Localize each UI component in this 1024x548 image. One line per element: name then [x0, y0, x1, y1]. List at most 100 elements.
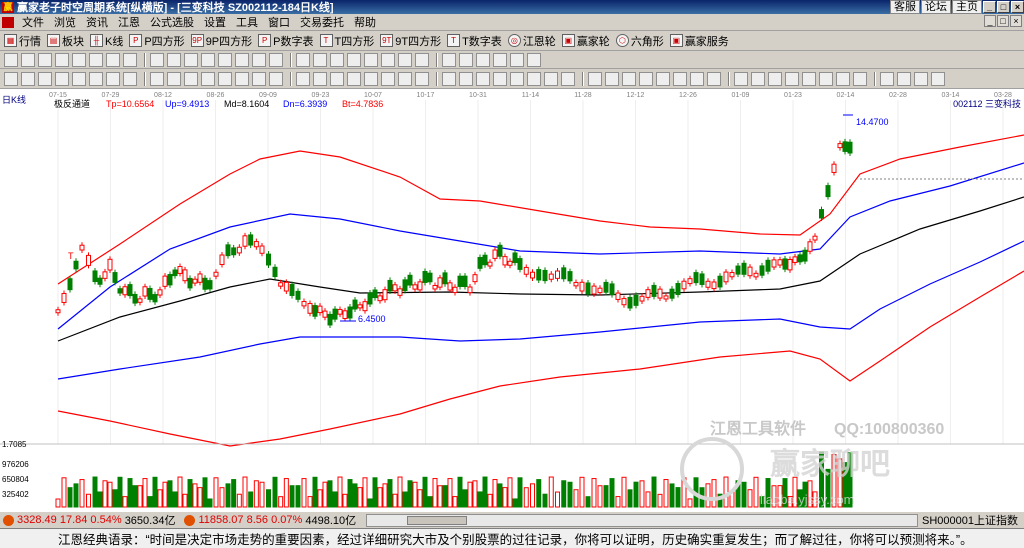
nav-tool-icon[interactable] [296, 52, 310, 67]
draw-tool-icon[interactable] [476, 71, 490, 86]
nav-tool-icon[interactable] [55, 52, 69, 67]
draw-tool-icon[interactable] [184, 71, 198, 86]
draw-tool-icon[interactable] [914, 71, 928, 86]
nav-tool-icon[interactable] [269, 52, 283, 67]
link-forum[interactable]: 论坛 [921, 0, 951, 14]
draw-tool-icon[interactable] [330, 71, 344, 86]
nav-tool-icon[interactable] [4, 52, 18, 67]
draw-tool-icon[interactable] [751, 71, 765, 86]
draw-tool-icon[interactable] [673, 71, 687, 86]
draw-tool-icon[interactable] [768, 71, 782, 86]
nav-tool-icon[interactable] [201, 52, 215, 67]
draw-tool-icon[interactable] [38, 71, 52, 86]
nav-tool-icon[interactable] [123, 52, 137, 67]
nav-tool-icon[interactable] [527, 52, 541, 67]
draw-tool-icon[interactable] [510, 71, 524, 86]
draw-tool-icon[interactable] [897, 71, 911, 86]
nav-tool-icon[interactable] [347, 52, 361, 67]
nav-tool-icon[interactable] [106, 52, 120, 67]
nav-tool-icon[interactable] [364, 52, 378, 67]
child-close-button[interactable]: × [1010, 15, 1022, 27]
draw-tool-icon[interactable] [802, 71, 816, 86]
draw-tool-icon[interactable] [656, 71, 670, 86]
draw-tool-icon[interactable] [931, 71, 945, 86]
child-restore-button[interactable]: □ [997, 15, 1009, 27]
draw-tool-icon[interactable] [442, 71, 456, 86]
draw-tool-icon[interactable] [123, 71, 137, 86]
maximize-button[interactable]: □ [997, 1, 1010, 13]
nav-tool-icon[interactable] [218, 52, 232, 67]
draw-tool-icon[interactable] [313, 71, 327, 86]
nav-tool-icon[interactable] [510, 52, 524, 67]
draw-tool-icon[interactable] [853, 71, 867, 86]
nav-tool-icon[interactable] [476, 52, 490, 67]
draw-tool-icon[interactable] [785, 71, 799, 86]
toolbar-winner-wheel[interactable]: ▣ 赢家轮 [561, 33, 610, 49]
draw-tool-icon[interactable] [167, 71, 181, 86]
nav-tool-icon[interactable] [398, 52, 412, 67]
status-right-label[interactable]: SH000001上证指数 [922, 512, 1018, 528]
draw-tool-icon[interactable] [707, 71, 721, 86]
nav-tool-icon[interactable] [38, 52, 52, 67]
nav-tool-icon[interactable] [150, 52, 164, 67]
draw-tool-icon[interactable] [252, 71, 266, 86]
nav-tool-icon[interactable] [184, 52, 198, 67]
nav-tool-icon[interactable] [442, 52, 456, 67]
scroll-thumb[interactable] [407, 515, 468, 525]
menu-file[interactable]: 文件 [17, 14, 49, 30]
draw-tool-icon[interactable] [836, 71, 850, 86]
toolbar-9p-square[interactable]: 9P 9P四方形 [190, 33, 252, 49]
link-home[interactable]: 主页 [952, 0, 982, 14]
draw-tool-icon[interactable] [459, 71, 473, 86]
toolbar-p-table[interactable]: P P数字表 [258, 33, 314, 49]
toolbar-quotes[interactable]: ▦ 行情 [4, 33, 41, 49]
draw-tool-icon[interactable] [89, 71, 103, 86]
toolbar-t-square[interactable]: T T四方形 [319, 33, 374, 49]
minimize-button[interactable]: _ [983, 1, 996, 13]
draw-tool-icon[interactable] [880, 71, 894, 86]
menu-window[interactable]: 窗口 [263, 14, 295, 30]
horizontal-scrollbar[interactable] [366, 513, 918, 527]
toolbar-hexagon[interactable]: ⬡ 六角形 [615, 33, 664, 49]
sz-index-status[interactable]: 11858.07 8.56 0.07% 4498.10亿 [198, 512, 356, 528]
close-button[interactable]: × [1011, 1, 1024, 13]
sh-index-status[interactable]: 3328.49 17.84 0.54% 3650.34亿 [17, 512, 175, 528]
draw-tool-icon[interactable] [201, 71, 215, 86]
draw-tool-icon[interactable] [72, 71, 86, 86]
draw-tool-icon[interactable] [106, 71, 120, 86]
toolbar-sector[interactable]: ▤ 板块 [47, 33, 84, 49]
draw-tool-icon[interactable] [415, 71, 429, 86]
nav-tool-icon[interactable] [459, 52, 473, 67]
toolbar-gann-wheel[interactable]: ◎ 江恩轮 [507, 33, 556, 49]
menu-gann[interactable]: 江恩 [113, 14, 145, 30]
draw-tool-icon[interactable] [690, 71, 704, 86]
menu-trade[interactable]: 交易委托 [295, 14, 349, 30]
draw-tool-icon[interactable] [218, 71, 232, 86]
nav-tool-icon[interactable] [330, 52, 344, 67]
draw-tool-icon[interactable] [296, 71, 310, 86]
nav-tool-icon[interactable] [252, 52, 266, 67]
nav-tool-icon[interactable] [235, 52, 249, 67]
draw-tool-icon[interactable] [398, 71, 412, 86]
draw-tool-icon[interactable] [527, 71, 541, 86]
draw-tool-icon[interactable] [364, 71, 378, 86]
draw-tool-icon[interactable] [381, 71, 395, 86]
toolbar-kline[interactable]: ╫ K线 [90, 33, 123, 49]
draw-tool-icon[interactable] [639, 71, 653, 86]
menu-info[interactable]: 资讯 [81, 14, 113, 30]
draw-tool-icon[interactable] [819, 71, 833, 86]
draw-tool-icon[interactable] [4, 71, 18, 86]
menu-browse[interactable]: 浏览 [49, 14, 81, 30]
toolbar-t-table[interactable]: T T数字表 [447, 33, 502, 49]
draw-tool-icon[interactable] [55, 71, 69, 86]
toolbar-service[interactable]: ▣ 赢家服务 [669, 33, 729, 49]
nav-tool-icon[interactable] [21, 52, 35, 67]
draw-tool-icon[interactable] [269, 71, 283, 86]
draw-tool-icon[interactable] [347, 71, 361, 86]
nav-tool-icon[interactable] [381, 52, 395, 67]
menu-help[interactable]: 帮助 [349, 14, 381, 30]
nav-tool-icon[interactable] [313, 52, 327, 67]
link-support[interactable]: 客服 [890, 0, 920, 14]
draw-tool-icon[interactable] [561, 71, 575, 86]
nav-tool-icon[interactable] [415, 52, 429, 67]
